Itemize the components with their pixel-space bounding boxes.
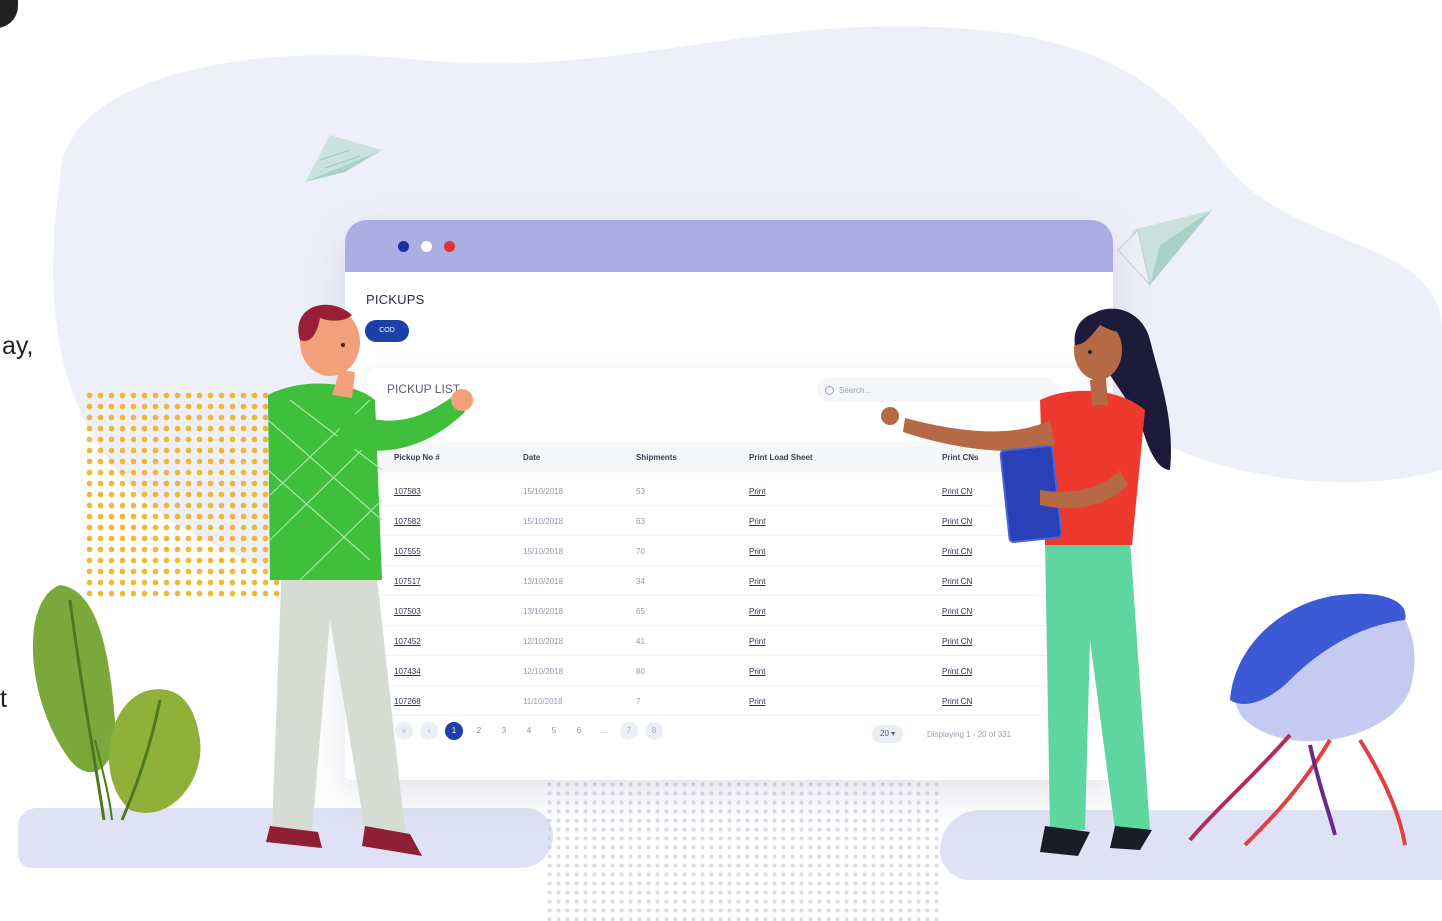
- page-button[interactable]: 7: [620, 722, 638, 740]
- page-button[interactable]: 5: [545, 722, 563, 740]
- pagination: « ‹ 1 2 3 4 5 6... 7 8: [395, 722, 663, 740]
- pickup-no-link[interactable]: 107555: [394, 547, 421, 556]
- displaying-count: Displaying 1 - 20 of 331: [927, 730, 1012, 739]
- print-load-sheet-link[interactable]: Print: [749, 517, 765, 526]
- print-load-sheet-link[interactable]: Print: [749, 577, 765, 586]
- cod-filter-pill[interactable]: COD: [365, 320, 409, 342]
- grey-dot-pattern: [545, 780, 940, 921]
- table-row: 107434 12/10/2018 80 Print Print CN: [367, 656, 1107, 686]
- page-button[interactable]: 2: [470, 722, 488, 740]
- page-title: PICKUPS: [366, 292, 425, 307]
- page-button[interactable]: 3: [495, 722, 513, 740]
- search-icon: [825, 385, 834, 395]
- shipments-cell: 7: [636, 697, 641, 706]
- pickup-no-link[interactable]: 107582: [394, 517, 421, 526]
- table-row: 107452 12/10/2018 41 Print Print CN: [367, 626, 1107, 656]
- date-cell: 15/10/2018: [523, 547, 564, 556]
- print-load-sheet-link[interactable]: Print: [749, 607, 765, 616]
- floor-shadow-left: [18, 808, 553, 868]
- per-page-select[interactable]: 20 ▾: [872, 725, 904, 743]
- shipments-cell: 63: [636, 517, 645, 526]
- date-cell: 13/10/2018: [523, 607, 564, 616]
- date-cell: 15/10/2018: [523, 517, 564, 526]
- table-row: 107503 13/10/2018 65 Print Print CN: [367, 596, 1107, 626]
- pickup-no-link[interactable]: 107268: [394, 697, 421, 706]
- prev-page-icon[interactable]: ‹: [420, 722, 438, 740]
- date-cell: 13/10/2018: [523, 577, 564, 586]
- shipments-cell: 80: [636, 667, 645, 676]
- search-placeholder: Search...: [839, 385, 872, 395]
- chevron-down-icon: ▾: [891, 729, 896, 738]
- print-cn-link[interactable]: Print CN: [942, 637, 972, 646]
- table-header: Pickup No # Date Shipments Print Load Sh…: [367, 442, 1107, 472]
- date-cell: 12/10/2018: [523, 637, 564, 646]
- pickup-no-link[interactable]: 107517: [394, 577, 421, 586]
- page-button[interactable]: 8: [645, 722, 663, 740]
- shipments-cell: 65: [636, 607, 645, 616]
- card-title: PICKUP LIST: [387, 382, 461, 396]
- table-body: 107583 15/10/2018 53 Print Print CN 107582 15/…: [367, 476, 1107, 716]
- table-row: 107583 15/10/2018 53 Print Print CN: [367, 476, 1107, 506]
- window-dot-red[interactable]: [444, 240, 455, 252]
- per-page-value: 20: [880, 729, 889, 738]
- print-cn-link[interactable]: Print CN: [942, 547, 972, 556]
- window-dot-white[interactable]: [421, 240, 432, 252]
- print-load-sheet-link[interactable]: Print: [749, 697, 765, 706]
- header-print-load-sheet[interactable]: Print Load Sheet: [749, 453, 813, 462]
- table-row: 107268 11/10/2018 7 Print Print CN: [367, 686, 1107, 716]
- date-cell: 15/10/2018: [523, 487, 564, 496]
- page-button[interactable]: 1: [445, 722, 463, 740]
- left-text-fragment-2: t: [0, 685, 7, 713]
- pickup-no-link[interactable]: 107452: [394, 637, 421, 646]
- page-button[interactable]: 6: [570, 722, 588, 740]
- header-date[interactable]: Date: [523, 453, 540, 462]
- yellow-dot-pattern: [84, 390, 284, 602]
- pagination-ellipsis: ...: [600, 726, 608, 735]
- pickup-no-link[interactable]: 107434: [394, 667, 421, 676]
- table-row: 107517 13/10/2018 34 Print Print CN: [367, 566, 1107, 596]
- first-page-icon[interactable]: «: [395, 722, 413, 740]
- app-window: PICKUPS COD PICKUP LIST Search... Pickup…: [345, 220, 1113, 780]
- window-dot-blue[interactable]: [398, 240, 409, 252]
- search-input[interactable]: Search...: [817, 378, 1057, 402]
- shipments-cell: 53: [636, 487, 645, 496]
- date-cell: 11/10/2018: [523, 697, 563, 706]
- print-cn-link[interactable]: Print CN: [942, 697, 972, 706]
- table-row: 107582 15/10/2018 63 Print Print CN: [367, 506, 1107, 536]
- print-cn-link[interactable]: Print CN: [942, 667, 972, 676]
- pickup-no-link[interactable]: 107503: [394, 607, 421, 616]
- print-load-sheet-link[interactable]: Print: [749, 637, 765, 646]
- print-cn-link[interactable]: Print CN: [942, 607, 972, 616]
- print-load-sheet-link[interactable]: Print: [749, 487, 765, 496]
- shipments-cell: 34: [636, 577, 645, 586]
- header-shipments[interactable]: Shipments: [636, 453, 677, 462]
- stage: ay, t PICKUPS COD PICKUP LIST Search... …: [0, 0, 1442, 921]
- header-pickup-no[interactable]: Pickup No #: [394, 453, 440, 462]
- table-row: 107555 15/10/2018 70 Print Print CN: [367, 536, 1107, 566]
- print-cn-link[interactable]: Print CN: [942, 517, 972, 526]
- date-cell: 12/10/2018: [523, 667, 564, 676]
- print-cn-link[interactable]: Print CN: [942, 487, 972, 496]
- header-print-cns[interactable]: Print CNs: [942, 453, 978, 462]
- left-text-fragment-1: ay,: [2, 332, 34, 360]
- print-cn-link[interactable]: Print CN: [942, 577, 972, 586]
- floor-shadow-right: [940, 810, 1442, 880]
- shipments-cell: 41: [636, 637, 645, 646]
- shipments-cell: 70: [636, 547, 645, 556]
- window-titlebar: [345, 220, 1113, 272]
- page-button[interactable]: 4: [520, 722, 538, 740]
- print-load-sheet-link[interactable]: Print: [749, 547, 765, 556]
- pickup-no-link[interactable]: 107583: [394, 487, 421, 496]
- pickup-list-card: PICKUP LIST Search... Pickup No # Date S…: [367, 368, 1107, 780]
- print-load-sheet-link[interactable]: Print: [749, 667, 765, 676]
